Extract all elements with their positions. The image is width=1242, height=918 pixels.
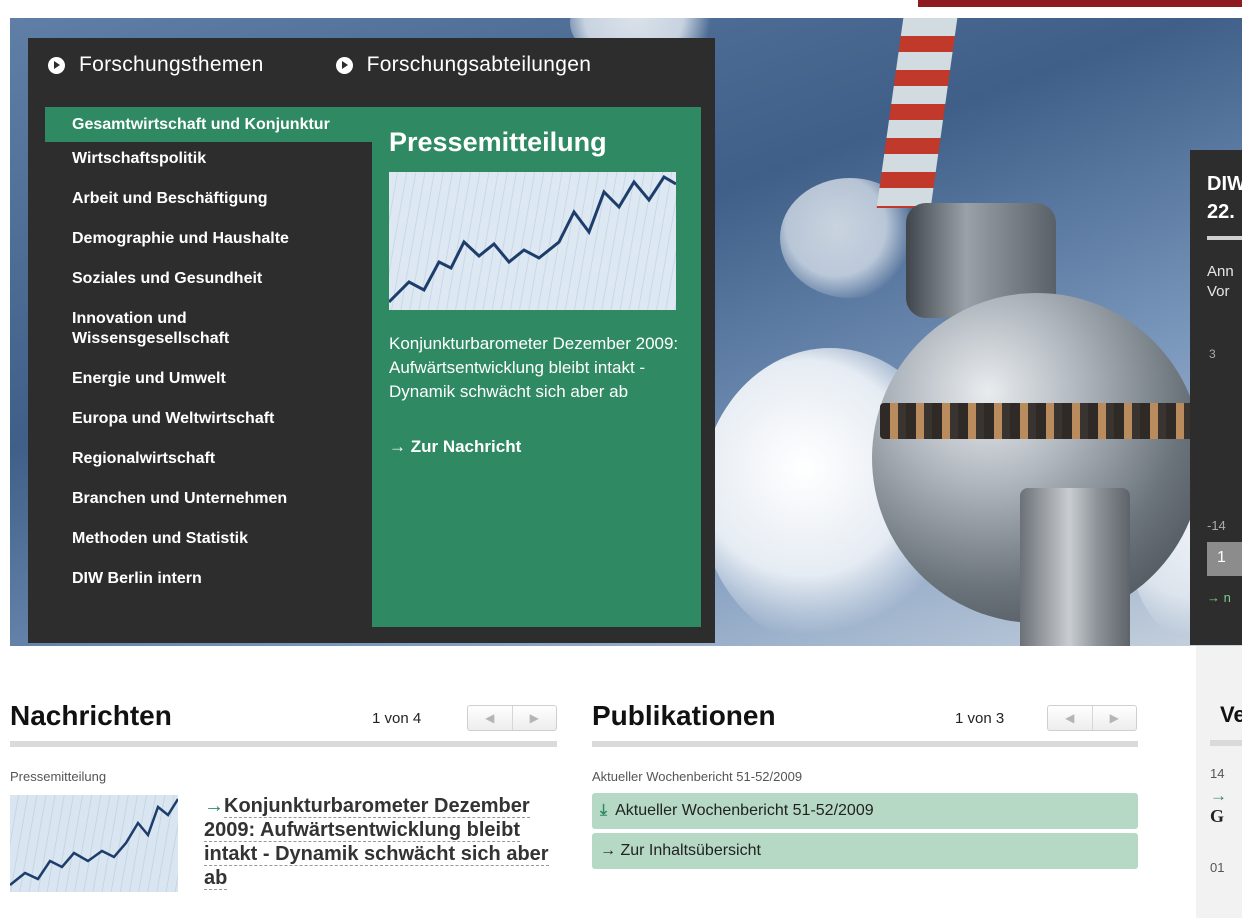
news-pager: ◀ ▶	[467, 705, 557, 731]
side-text: Ann Vor	[1207, 263, 1234, 300]
publications-pager-count: 1 von 3	[955, 710, 1005, 727]
press-title: Pressemitteilung	[389, 127, 607, 157]
news-title: Nachrichten	[10, 700, 172, 731]
side-info-box: DIW 22. Ann Vor 3 -14 1 → n	[1190, 150, 1242, 645]
right-column-bg	[1196, 646, 1242, 918]
next-arrow-icon[interactable]: ▶	[513, 706, 557, 730]
publications-pager: ◀ ▶	[1047, 705, 1137, 731]
topic-item-diw-intern[interactable]: DIW Berlin intern	[45, 562, 372, 602]
side-title: DIW 22.	[1207, 173, 1242, 223]
topic-item-soziales[interactable]: Soziales und Gesundheit	[45, 262, 372, 302]
topic-item-demographie[interactable]: Demographie und Haushalte	[45, 222, 372, 262]
topic-item-methoden[interactable]: Methoden und Statistik	[45, 522, 372, 562]
tab-label: Forschungsabteilungen	[366, 53, 592, 76]
topic-item-branchen[interactable]: Branchen und Unternehmen	[45, 482, 372, 522]
publications-divider	[592, 741, 1138, 747]
publications-title: Publikationen	[592, 700, 776, 731]
news-section-header: Nachrichten	[10, 700, 172, 732]
event-title[interactable]: G	[1210, 806, 1224, 827]
tower-shaft	[1020, 488, 1130, 646]
read-news-link[interactable]: → Zur Nachricht	[389, 437, 521, 457]
topic-item-gesamtwirtschaft[interactable]: Gesamtwirtschaft und Konjunktur	[45, 107, 372, 142]
topic-item-innovation[interactable]: Innovation und Wissensgesellschaft	[45, 302, 295, 362]
tab-forschungsabteilungen[interactable]: Forschungsabteilungen	[335, 53, 592, 77]
topic-list: Gesamtwirtschaft und Konjunktur Wirtscha…	[45, 107, 372, 602]
news-headline-text: Konjunkturbarometer Dezember 2009: Aufwä…	[204, 795, 549, 890]
contents-overview-label: → Zur Inhaltsübersicht	[600, 842, 761, 859]
news-kicker: Pressemitteilung	[10, 769, 107, 784]
news-divider	[10, 741, 557, 747]
topic-item-arbeit[interactable]: Arbeit und Beschäftigung	[45, 182, 372, 222]
events-divider	[1210, 740, 1242, 746]
play-circle-icon	[335, 56, 353, 74]
next-arrow-icon[interactable]: ▶	[1093, 706, 1137, 730]
topic-item-regionalwirtschaft[interactable]: Regionalwirtschaft	[45, 442, 372, 482]
side-button[interactable]: 1	[1207, 542, 1242, 576]
side-axis-top: 3	[1209, 347, 1216, 361]
download-wochenbericht-row[interactable]: ⤓ Aktueller Wochenbericht 51-52/2009	[592, 793, 1138, 829]
contents-overview-row[interactable]: → Zur Inhaltsübersicht	[592, 833, 1138, 869]
event-date: 14	[1210, 766, 1225, 781]
tower-mast	[876, 18, 958, 208]
brand-top-bar	[918, 0, 1242, 7]
news-thumbnail[interactable]	[10, 795, 178, 892]
news-pager-count: 1 von 4	[372, 710, 422, 727]
publications-section-header: Publikationen	[592, 700, 776, 732]
nav-tabs: Forschungsthemen Forschungsabteilungen	[48, 53, 663, 77]
topic-item-wirtschaftspolitik[interactable]: Wirtschaftspolitik	[45, 142, 372, 182]
tab-forschungsthemen[interactable]: Forschungsthemen	[48, 53, 264, 77]
arrow-right-icon: →	[204, 795, 224, 817]
side-axis-bottom: -14	[1207, 518, 1226, 533]
press-text: Konjunkturbarometer Dezember 2009: Aufwä…	[389, 334, 679, 401]
prev-arrow-icon[interactable]: ◀	[468, 706, 513, 730]
arrow-right-icon[interactable]: →	[1210, 786, 1227, 806]
tab-label: Forschungsthemen	[79, 53, 264, 76]
news-headline-link[interactable]: →Konjunkturbarometer Dezember 2009: Aufw…	[204, 794, 554, 890]
play-circle-icon	[48, 56, 65, 74]
side-link[interactable]: → n	[1207, 590, 1231, 605]
side-rule	[1207, 236, 1242, 240]
event-date: 01	[1210, 860, 1225, 875]
download-label: Aktueller Wochenbericht 51-52/2009	[615, 802, 874, 819]
topic-item-europa[interactable]: Europa und Weltwirtschaft	[45, 402, 372, 442]
prev-arrow-icon[interactable]: ◀	[1048, 706, 1093, 730]
publications-kicker: Aktueller Wochenbericht 51-52/2009	[592, 769, 803, 784]
press-release-teaser: Pressemitteilung Konjunkturbarometer Dez…	[372, 107, 701, 627]
download-icon: ⤓	[600, 802, 608, 819]
events-title: Ve	[1220, 702, 1242, 727]
stock-chart-image[interactable]	[389, 172, 676, 310]
topic-item-energie[interactable]: Energie und Umwelt	[45, 362, 372, 402]
